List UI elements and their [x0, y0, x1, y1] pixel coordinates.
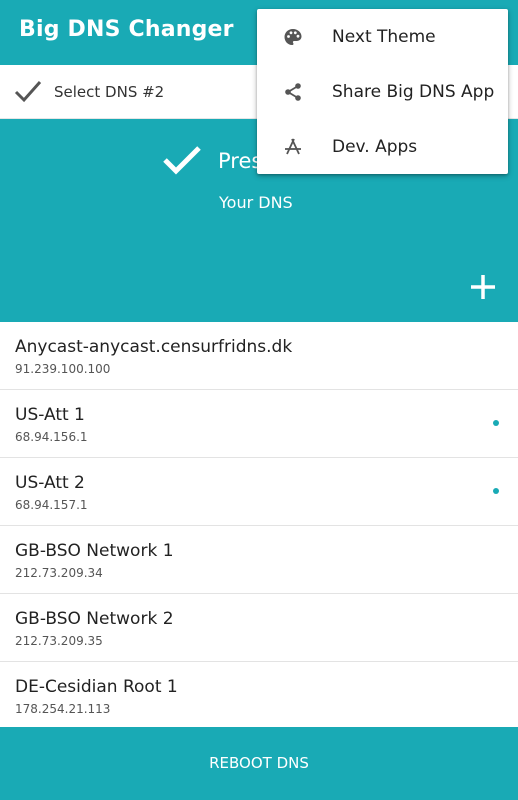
add-icon[interactable]: [470, 274, 496, 300]
status-dot-icon: [493, 420, 499, 426]
dns-name: US-Att 2: [15, 473, 85, 493]
dns-list: Anycast-anycast.censurfridns.dk 91.239.1…: [0, 322, 518, 730]
list-item[interactable]: GB-BSO Network 1 212.73.209.34: [0, 526, 518, 594]
share-icon: [285, 83, 301, 101]
dns-ip: 68.94.156.1: [15, 430, 88, 444]
check-icon: [163, 146, 201, 175]
menu-item-share[interactable]: Share Big DNS App: [257, 64, 508, 119]
palette-icon: [284, 29, 302, 45]
menu-item-label: Dev. Apps: [332, 137, 418, 157]
dns-ip: 91.239.100.100: [15, 362, 111, 376]
hero-title: Pres: [218, 149, 263, 173]
list-item[interactable]: Anycast-anycast.censurfridns.dk 91.239.1…: [0, 322, 518, 390]
list-item[interactable]: US-Att 2 68.94.157.1: [0, 458, 518, 526]
dns-ip: 212.73.209.35: [15, 634, 103, 648]
app-store-icon: [285, 138, 301, 155]
status-dot-icon: [493, 488, 499, 494]
hero-subtitle: Your DNS: [219, 193, 293, 212]
check-icon: [14, 81, 42, 103]
menu-item-label: Next Theme: [332, 27, 436, 47]
app-title: Big DNS Changer: [19, 17, 234, 42]
dns-ip: 68.94.157.1: [15, 498, 88, 512]
list-item[interactable]: GB-BSO Network 2 212.73.209.35: [0, 594, 518, 662]
dns-ip: 178.254.21.113: [15, 702, 111, 716]
dns-name: GB-BSO Network 2: [15, 609, 174, 629]
menu-item-dev-apps[interactable]: Dev. Apps: [257, 119, 508, 174]
reboot-dns-button[interactable]: REBOOT DNS: [0, 727, 518, 800]
list-item[interactable]: US-Att 1 68.94.156.1: [0, 390, 518, 458]
menu-item-label: Share Big DNS App: [332, 82, 495, 102]
select-dns-label: Select DNS #2: [54, 83, 165, 101]
list-item[interactable]: DE-Cesidian Root 1 178.254.21.113: [0, 662, 518, 730]
menu-item-next-theme[interactable]: Next Theme: [257, 9, 508, 64]
dns-ip: 212.73.209.34: [15, 566, 103, 580]
overflow-menu: Next Theme Share Big DNS App Dev. Apps: [257, 9, 508, 174]
dns-name: US-Att 1: [15, 405, 85, 425]
dns-name: GB-BSO Network 1: [15, 541, 174, 561]
dns-name: Anycast-anycast.censurfridns.dk: [15, 337, 293, 357]
dns-name: DE-Cesidian Root 1: [15, 677, 178, 697]
